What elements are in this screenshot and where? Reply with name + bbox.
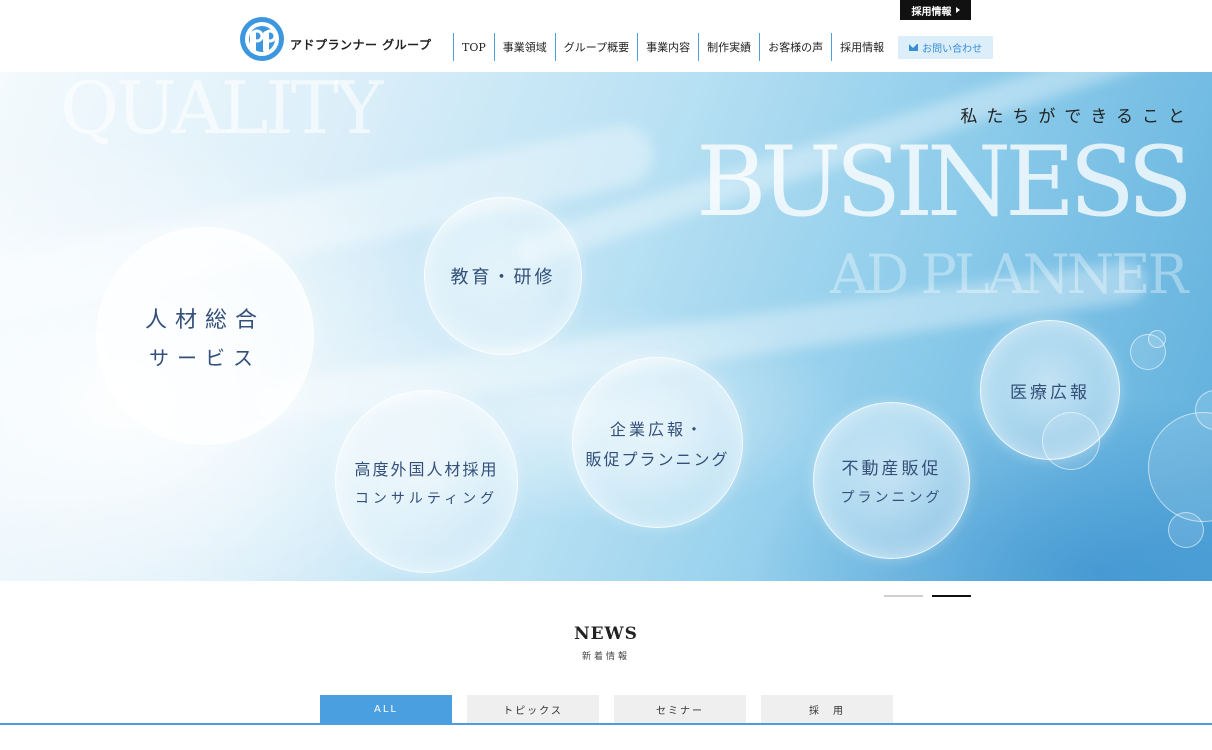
news-tab-recruit[interactable]: 採 用: [761, 695, 893, 723]
deco-bubble: [1148, 330, 1166, 348]
service-bubble-foreign-talent[interactable]: 高度外国人材採用 コンサルティング: [335, 390, 518, 573]
nav-item-top[interactable]: TOP: [453, 33, 494, 61]
ap-logo-icon: [240, 17, 284, 61]
bubble-line-1: 人材総合: [144, 307, 265, 333]
service-bubble-real-estate[interactable]: 不動産販促 プランニング: [813, 402, 970, 559]
bubble-line-1: 企業広報・: [609, 419, 705, 439]
deco-bubble: [1148, 412, 1212, 522]
news-tab-seminar[interactable]: セミナー: [614, 695, 746, 723]
bubble-line-2: プランニング: [840, 490, 943, 506]
recruit-top-link[interactable]: 採用情報: [900, 0, 971, 20]
service-bubble-medical-pr[interactable]: 医療広報: [980, 320, 1120, 460]
contact-label: お問い合わせ: [922, 43, 983, 55]
bg-word-business: BUSINESS: [696, 126, 1193, 238]
recruit-top-label: 採用情報: [911, 6, 952, 18]
news-subtitle: 新着情報: [581, 652, 630, 662]
triangle-right-icon: [955, 7, 960, 13]
site-header: 採用情報 アドプランナー グループ TOP 事業領域 グループ概要 事業内容 制…: [0, 0, 1212, 72]
nav-item-group-overview[interactable]: グループ概要: [554, 33, 637, 61]
bubble-line-1: 不動産販促: [841, 459, 942, 479]
slider-indicator-1[interactable]: [884, 595, 923, 597]
bubble-line-1: 高度外国人材採用: [354, 459, 499, 479]
news-tab-underline: [0, 723, 1212, 725]
nav-item-works[interactable]: 制作実績: [698, 33, 759, 61]
hero-slider: QUALITY BUSINESS AD PLANNER 私たちができること 人材…: [0, 72, 1212, 581]
service-bubble-corporate-pr[interactable]: 企業広報・ 販促プランニング: [572, 357, 743, 528]
bg-word-quality: QUALITY: [60, 72, 383, 150]
logo-text: アドプランナー グループ: [290, 37, 432, 52]
service-bubble-hr[interactable]: 人材総合 サービス: [96, 227, 314, 445]
bubble-line-2: コンサルティング: [354, 490, 499, 507]
contact-button[interactable]: お問い合わせ: [898, 35, 994, 59]
deco-bubble: [1168, 512, 1204, 548]
bubble-line-1: 医療広報: [1010, 382, 1090, 403]
bubble-line-1: 教育・研修: [450, 267, 556, 288]
bg-word-adplanner: AD PLANNER: [830, 243, 1188, 306]
bubble-line-2: 販促プランニング: [585, 449, 730, 469]
hero-tagline: 私たちができること: [960, 107, 1194, 127]
nav-item-services[interactable]: 事業内容: [637, 33, 698, 61]
news-tab-topics[interactable]: トピックス: [467, 695, 599, 723]
news-tab-all[interactable]: ALL: [320, 695, 452, 723]
nav-item-testimonials[interactable]: お客様の声: [759, 33, 831, 61]
nav-item-business-area[interactable]: 事業領域: [493, 33, 555, 61]
mail-icon: [909, 43, 919, 51]
site-logo[interactable]: アドプランナー グループ: [240, 17, 431, 61]
news-tabs: ALL トピックス セミナー 採 用: [320, 695, 893, 723]
nav-item-recruit[interactable]: 採用情報: [831, 33, 892, 61]
service-bubble-training[interactable]: 教育・研修: [424, 197, 582, 355]
global-nav: TOP 事業領域 グループ概要 事業内容 制作実績 お客様の声 採用情報 お問い…: [453, 33, 994, 61]
bubble-line-2: サービス: [149, 345, 261, 370]
slider-indicator-2[interactable]: [932, 595, 971, 597]
news-title: NEWS: [574, 624, 638, 644]
